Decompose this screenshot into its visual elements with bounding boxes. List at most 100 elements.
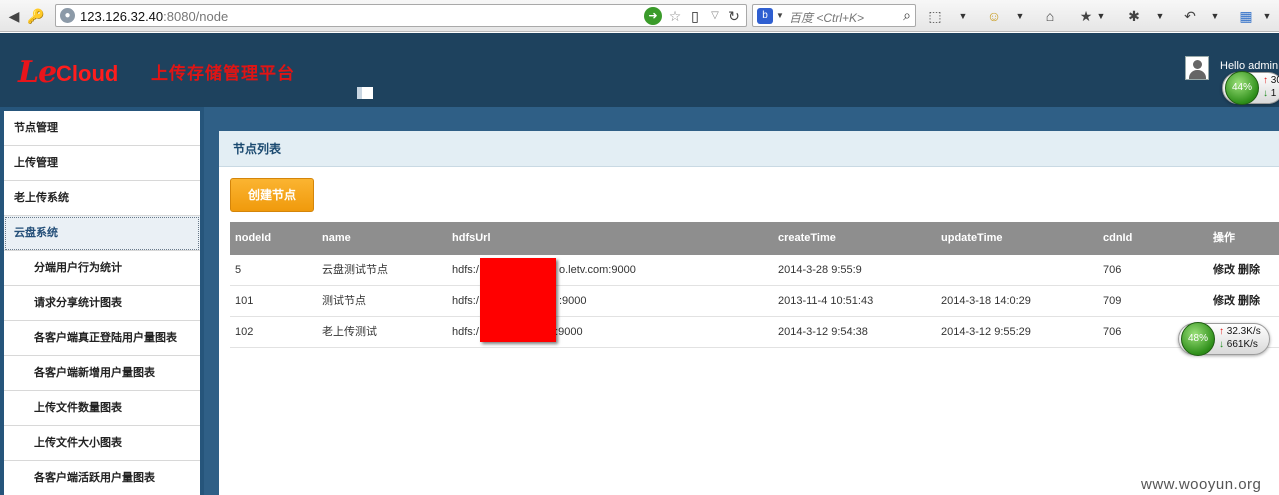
addon-icon[interactable]: ✱ (1124, 6, 1144, 26)
usage-gauge: 48% (1181, 322, 1215, 356)
page-title: 节点列表 (219, 131, 1279, 167)
sidebar-subitem-real-logins[interactable]: 各客户端真正登陆用户量图表 (4, 321, 200, 356)
cell-name: 云盘测试节点 (322, 264, 388, 276)
globe-icon: ● (60, 8, 75, 23)
cell-hdfsurl-start: hdfs:/ (452, 326, 479, 338)
table-row: 101 测试节点 hdfs:/ :9000 2013-11-4 10:51:43… (230, 286, 1279, 317)
url-text: 123.126.32.40:8080/node (80, 9, 229, 24)
column-header-nodeid[interactable]: nodeId (235, 222, 271, 255)
screenshot-icon[interactable]: ⬚ (925, 6, 945, 26)
cell-createtime: 2014-3-12 9:54:38 (778, 326, 868, 338)
mobile-icon[interactable]: ▯ (688, 7, 702, 25)
redaction-block (480, 258, 556, 342)
cell-cdnid: 709 (1103, 295, 1122, 307)
sidebar-toggle-icon[interactable] (357, 87, 373, 99)
column-header-cdnid[interactable]: cdnId (1103, 222, 1132, 255)
bookmarks-icon[interactable]: ★ (1076, 6, 1096, 26)
sidebar-item-cloud-disk-system[interactable]: 云盘系统 (4, 216, 200, 251)
cell-updatetime: 2014-3-18 14:0:29 (941, 295, 1031, 307)
search-icon[interactable]: ⌕ (903, 7, 911, 24)
edit-link[interactable]: 修改 (1213, 255, 1235, 286)
cell-name: 测试节点 (322, 295, 366, 307)
logo-le: Le (18, 55, 57, 90)
usage-gauge: 44% (1225, 71, 1259, 105)
table-header: nodeId name hdfsUrl createTime updateTim… (230, 222, 1279, 255)
sidebar-item-old-upload-system[interactable]: 老上传系统 (4, 181, 200, 216)
column-header-hdfsurl[interactable]: hdfsUrl (452, 222, 491, 255)
undo-dropdown-icon[interactable]: ▼ (1210, 6, 1220, 26)
search-placeholder: 百度 <Ctrl+K> (789, 11, 865, 25)
delete-link[interactable]: 删除 (1238, 255, 1260, 286)
sidebar: 节点管理 上传管理 老上传系统 云盘系统 分端用户行为统计 请求分享统计图表 各… (0, 107, 204, 495)
sidebar-subitem-user-behavior[interactable]: 分端用户行为统计 (4, 251, 200, 286)
apps-icon[interactable]: ▦ (1236, 6, 1256, 26)
cell-createtime: 2013-11-4 10:51:43 (778, 295, 874, 307)
upload-speed: ↑ 30 (1263, 75, 1279, 86)
smiley-icon[interactable]: ☺ (984, 6, 1004, 26)
engine-dropdown-icon[interactable]: ▼ (776, 8, 784, 24)
down-arrow-icon: ↓ (1263, 88, 1268, 99)
sidebar-item-node-management[interactable]: 节点管理 (4, 111, 200, 146)
cell-cdnid: 706 (1103, 264, 1122, 276)
logo-cloud: Cloud (56, 61, 119, 86)
column-header-actions: 操作 (1213, 232, 1235, 244)
delete-link[interactable]: 删除 (1238, 286, 1260, 317)
cell-hdfsurl-end: :9000 (559, 295, 587, 307)
cell-name: 老上传测试 (322, 326, 377, 338)
node-list-panel: 节点列表 创建节点 nodeId name hdfsUrl createTime… (219, 131, 1279, 495)
sidebar-subitem-share-requests[interactable]: 请求分享统计图表 (4, 286, 200, 321)
network-speed-widget-top[interactable]: 44% ↑ 30 ↓ 1 (1222, 71, 1279, 105)
download-speed: ↓ 1 (1263, 88, 1277, 99)
download-speed: ↓ 661K/s (1219, 339, 1258, 350)
sidebar-menu: 节点管理 上传管理 老上传系统 云盘系统 分端用户行为统计 请求分享统计图表 各… (4, 111, 200, 495)
bookmark-star-icon[interactable]: ☆ (666, 7, 684, 25)
sidebar-subitem-upload-count[interactable]: 上传文件数量图表 (4, 391, 200, 426)
column-header-updatetime[interactable]: updateTime (941, 222, 1003, 255)
browser-toolbar: ◀ 🔑 ● 123.126.32.40:8080/node ➜ ☆ ▯ ▽ ↻ … (0, 0, 1279, 32)
history-dropdown-icon[interactable]: ▽ (708, 7, 722, 25)
cell-createtime: 2014-3-28 9:55:9 (778, 264, 862, 276)
down-arrow-icon: ↓ (1219, 339, 1224, 350)
search-bar[interactable]: b ▼ 百度 <Ctrl+K> ⌕ (752, 4, 916, 27)
cell-hdfsurl-start: hdfs:/ (452, 264, 479, 276)
cell-nodeid: 5 (235, 264, 242, 276)
baidu-icon[interactable]: b (757, 8, 773, 24)
screenshot-dropdown-icon[interactable]: ▼ (958, 6, 968, 26)
column-header-createtime[interactable]: createTime (778, 222, 836, 255)
create-node-button[interactable]: 创建节点 (230, 178, 314, 212)
url-bar[interactable]: ● 123.126.32.40:8080/node ➜ ☆ ▯ ▽ ↻ (55, 4, 747, 27)
sidebar-subitem-upload-size[interactable]: 上传文件大小图表 (4, 426, 200, 461)
cell-updatetime: 2014-3-12 9:55:29 (941, 326, 1031, 338)
up-arrow-icon: ↑ (1219, 326, 1224, 337)
table-row: 5 云盘测试节点 hdfs:/ o.letv.com:9000 2014-3-2… (230, 255, 1279, 286)
watermark: www.wooyun.org (1141, 476, 1262, 493)
home-icon[interactable]: ⌂ (1040, 6, 1060, 26)
cell-nodeid: 101 (235, 295, 254, 307)
avatar[interactable] (1185, 56, 1209, 80)
identity-icon[interactable]: 🔑 (26, 6, 46, 26)
header-strip (200, 107, 1279, 129)
edit-link[interactable]: 修改 (1213, 286, 1235, 317)
table-row: 102 老上传测试 hdfs:/ 6:9000 2014-3-12 9:54:3… (230, 317, 1279, 348)
addon-dropdown-icon[interactable]: ▼ (1155, 6, 1165, 26)
logo-subtitle: 上传存储管理平台 (151, 64, 295, 83)
reload-icon[interactable]: ↻ (726, 7, 742, 25)
back-icon[interactable]: ◀ (4, 6, 24, 26)
greeting[interactable]: Hello admin (1220, 60, 1278, 72)
cell-hdfsurl-start: hdfs:/ (452, 295, 479, 307)
column-header-name[interactable]: name (322, 222, 351, 255)
sidebar-subitem-new-users[interactable]: 各客户端新增用户量图表 (4, 356, 200, 391)
cell-cdnid: 706 (1103, 326, 1122, 338)
undo-icon[interactable]: ↶ (1180, 6, 1200, 26)
cell-nodeid: 102 (235, 326, 254, 338)
up-arrow-icon: ↑ (1263, 75, 1268, 86)
sidebar-subitem-active-users[interactable]: 各客户端活跃用户量图表 (4, 461, 200, 495)
network-speed-widget[interactable]: 48% ↑ 32.3K/s ↓ 661K/s (1178, 322, 1270, 356)
sidebar-item-upload-management[interactable]: 上传管理 (4, 146, 200, 181)
upload-speed: ↑ 32.3K/s (1219, 326, 1261, 337)
go-icon[interactable]: ➜ (644, 7, 662, 25)
bookmarks-dropdown-icon[interactable]: ▼ (1096, 6, 1106, 26)
app-header: Le Cloud 上传存储管理平台 Hello admin (0, 33, 1279, 107)
smiley-dropdown-icon[interactable]: ▼ (1015, 6, 1025, 26)
apps-dropdown-icon[interactable]: ▼ (1262, 6, 1272, 26)
